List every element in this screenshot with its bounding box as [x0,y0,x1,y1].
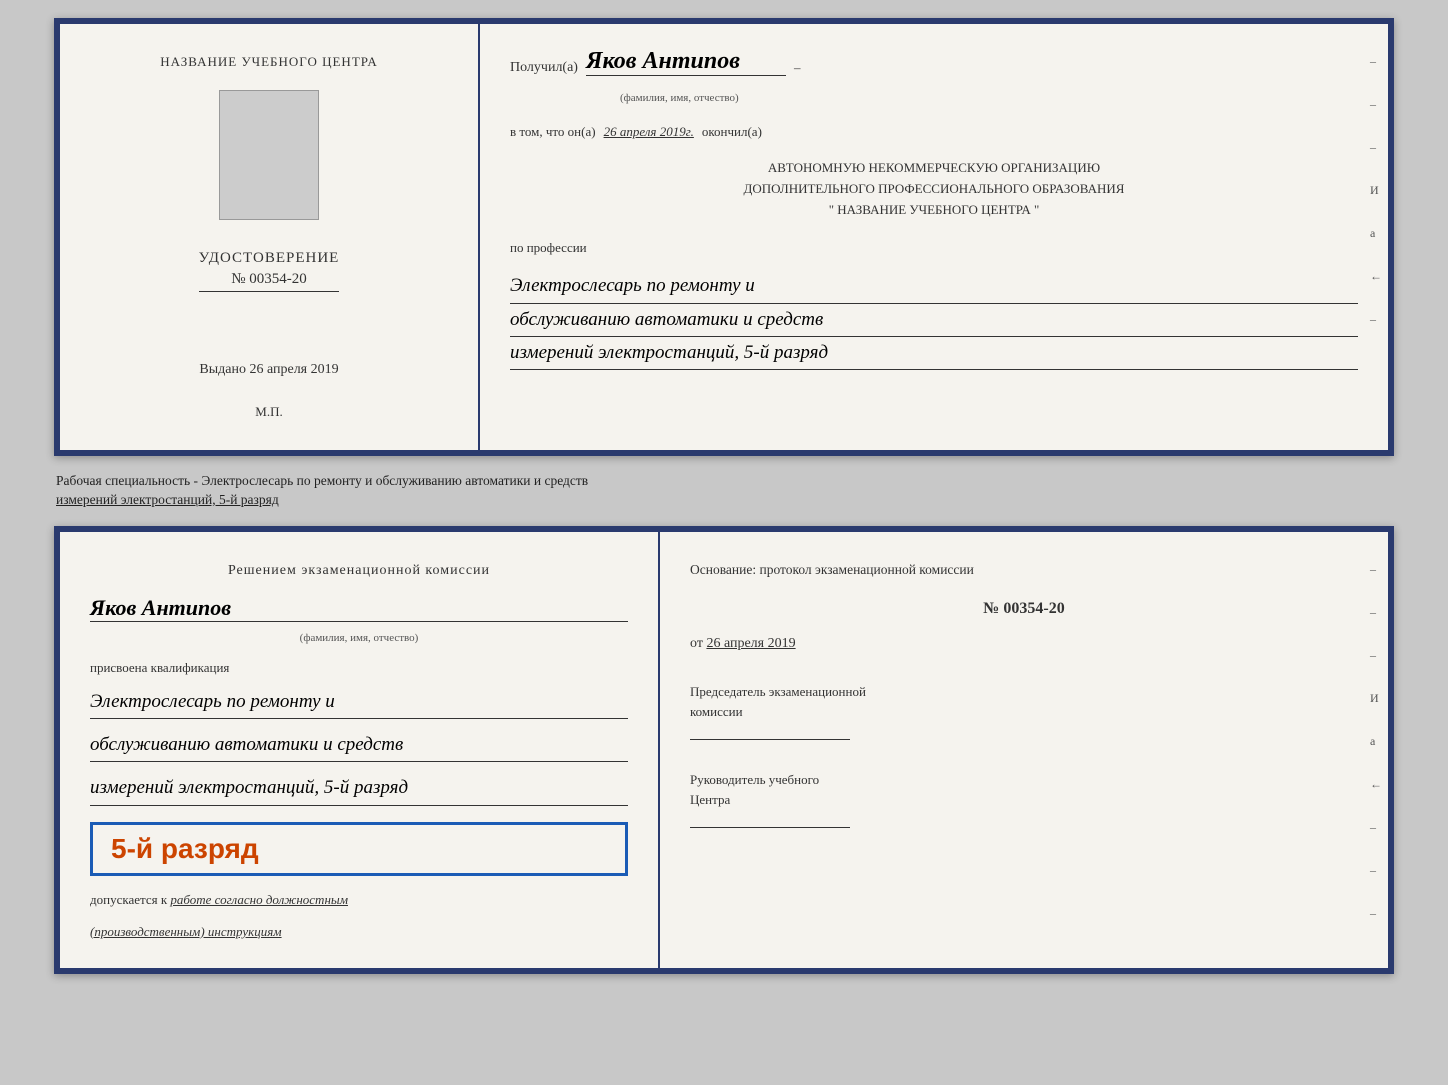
top-cert-left: НАЗВАНИЕ УЧЕБНОГО ЦЕНТРА УДОСТОВЕРЕНИЕ №… [60,24,480,450]
vydano-date: 26 апреля 2019 [249,362,338,377]
middle-text-line1: Рабочая специальность - Электрослесарь п… [56,472,1392,491]
dopuskaetsya-label: допускается к [90,892,167,907]
bottom-right-sidebar: – – – И а ← – – – [1370,562,1382,921]
dopuskaetsya-block: допускается к работе согласно должностны… [90,892,628,908]
org-line3: " НАЗВАНИЕ УЧЕБНОГО ЦЕНТРА " [510,200,1358,221]
familiya-label-top: (фамилия, имя, отчество) [620,92,1358,104]
right-date-row: от 26 апреля 2019 [690,636,1358,652]
po-professii-label: по профессии [510,240,1358,256]
middle-text-line2: измерений электростанций, 5-й разряд [56,491,1392,510]
org-line1: АВТОНОМНУЮ НЕКОММЕРЧЕСКУЮ ОРГАНИЗАЦИЮ [510,158,1358,179]
mp-label: М.П. [255,404,282,420]
bottom-cert-right: Основание: протокол экзаменационной коми… [660,532,1388,968]
komissii-label: комиссии [690,702,1358,722]
ot-label: от [690,636,703,651]
profession-line3: измерений электростанций, 5-й разряд [510,337,1358,370]
dash-symbol: – [794,60,801,76]
top-cert-right: Получил(а) Яков Антипов – (фамилия, имя,… [480,24,1388,450]
dopuskaetsya-text2: (производственным) инструкциям [90,924,282,939]
prisvoena-label: присвоена квалификация [90,660,628,676]
osnovanie-label: Основание: протокол экзаменационной коми… [690,560,1358,580]
resheniem-label: Решением экзаменационной комиссии [90,560,628,581]
recipient-name: Яков Антипов [586,48,786,76]
photo-placeholder [219,90,319,220]
centra-label: Центра [690,790,1358,810]
dopuskaetsya-text2-row: (производственным) инструкциям [90,924,628,940]
poluchil-label: Получил(а) [510,60,578,76]
udost-label: УДОСТОВЕРЕНИЕ [199,250,340,267]
predsed-label: Председатель экзаменационной [690,682,1358,702]
ruk-block: Руководитель учебного Центра [690,770,1358,828]
top-certificate: НАЗВАНИЕ УЧЕБНОГО ЦЕНТРА УДОСТОВЕРЕНИЕ №… [54,18,1394,456]
dopuskaetsya-text: работе согласно должностным [170,892,348,907]
ruk-sign-line [690,827,850,828]
bottom-profession-line3: измерений электростанций, 5-й разряд [90,772,628,805]
middle-text-block: Рабочая специальность - Электрослесарь п… [54,468,1394,514]
bottom-familiya-label: (фамилия, имя, отчество) [90,632,628,644]
vtom-label: в том, что он(а) [510,124,596,140]
vydano-label: Выдано [199,362,246,377]
profession-line2: обслуживанию автоматики и средств [510,304,1358,337]
vtom-date: 26 апреля 2019г. [604,124,694,140]
bottom-cert-left: Решением экзаменационной комиссии Яков А… [60,532,660,968]
predsed-block: Председатель экзаменационной комиссии [690,682,1358,740]
cert-number: № 00354-20 [199,271,340,292]
org-block: АВТОНОМНУЮ НЕКОММЕРЧЕСКУЮ ОРГАНИЗАЦИЮ ДО… [510,158,1358,220]
profession-line1: Электрослесарь по ремонту и [510,270,1358,303]
rank-badge: 5-й разряд [90,822,628,876]
bottom-profession-line2: обслуживанию автоматики и средств [90,729,628,762]
vydano-row: Выдано 26 апреля 2019 [199,362,338,378]
okonchil-label: окончил(а) [702,124,762,140]
top-right-sidebar: – – – И а ← – [1370,54,1382,327]
bottom-certificate: Решением экзаменационной комиссии Яков А… [54,526,1394,974]
bottom-profession-line1: Электрослесарь по ремонту и [90,686,628,719]
bottom-name: Яков Антипов [90,595,628,622]
org-line2: ДОПОЛНИТЕЛЬНОГО ПРОФЕССИОНАЛЬНОГО ОБРАЗО… [510,179,1358,200]
ruk-label: Руководитель учебного [690,770,1358,790]
right-number: № 00354-20 [690,600,1358,618]
ot-date: 26 апреля 2019 [706,636,795,651]
predsed-sign-line [690,739,850,740]
training-center-title: НАЗВАНИЕ УЧЕБНОГО ЦЕНТРА [160,54,377,70]
